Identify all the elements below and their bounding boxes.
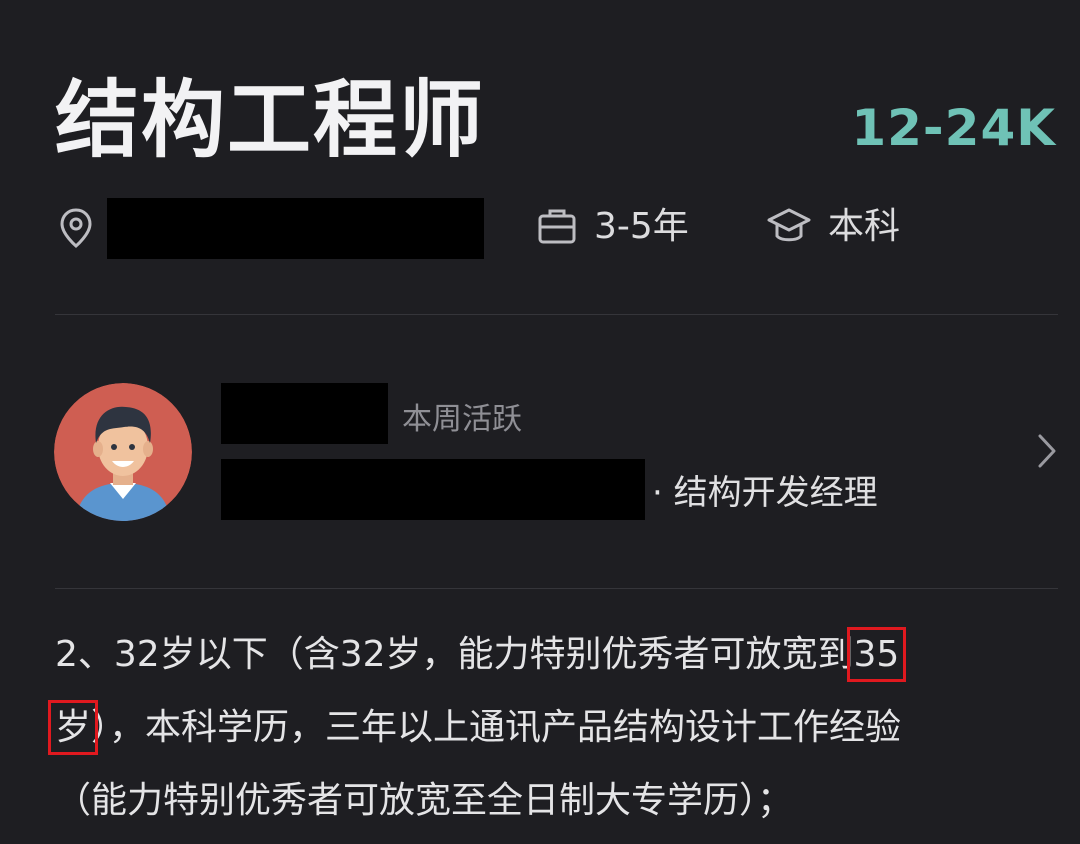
highlighted-age: 35 [846, 627, 907, 682]
recruiter-position: · 结构开发经理 [652, 473, 878, 513]
description-text: ），本科学历，三年以上通讯产品结构设计工作经验 [91, 707, 902, 748]
salary-range: 12-24K [851, 99, 1056, 157]
location-redacted [107, 198, 484, 259]
recruiter-name-redacted [221, 383, 388, 444]
job-description: 2、32岁以下（含32岁，能力特别优秀者可放宽到35 岁），本科学历，三年以上通… [47, 618, 1055, 837]
education-requirement: 本科 [828, 206, 901, 247]
avatar[interactable] [54, 383, 192, 521]
description-line-2: 岁），本科学历，三年以上通讯产品结构设计工作经验 [47, 691, 1055, 764]
activity-status: 本周活跃 [402, 402, 522, 437]
description-text: 2、32岁以下（含32岁，能力特别优秀者可放宽到 [55, 634, 854, 675]
job-title: 结构工程师 [55, 71, 486, 169]
description-line-3: （能力特别优秀者可放宽至全日制大专学历）； [55, 780, 794, 821]
company-redacted [221, 459, 645, 520]
divider [55, 314, 1058, 315]
highlighted-age-unit: 岁 [47, 700, 99, 755]
divider [55, 588, 1058, 589]
graduation-cap-icon [766, 206, 812, 246]
location-pin-icon [58, 207, 94, 249]
description-line-1: 2、32岁以下（含32岁，能力特别优秀者可放宽到35 [55, 618, 1055, 691]
chevron-right-icon[interactable] [1035, 432, 1059, 470]
briefcase-icon [537, 207, 577, 245]
experience-requirement: 3-5年 [594, 206, 689, 247]
